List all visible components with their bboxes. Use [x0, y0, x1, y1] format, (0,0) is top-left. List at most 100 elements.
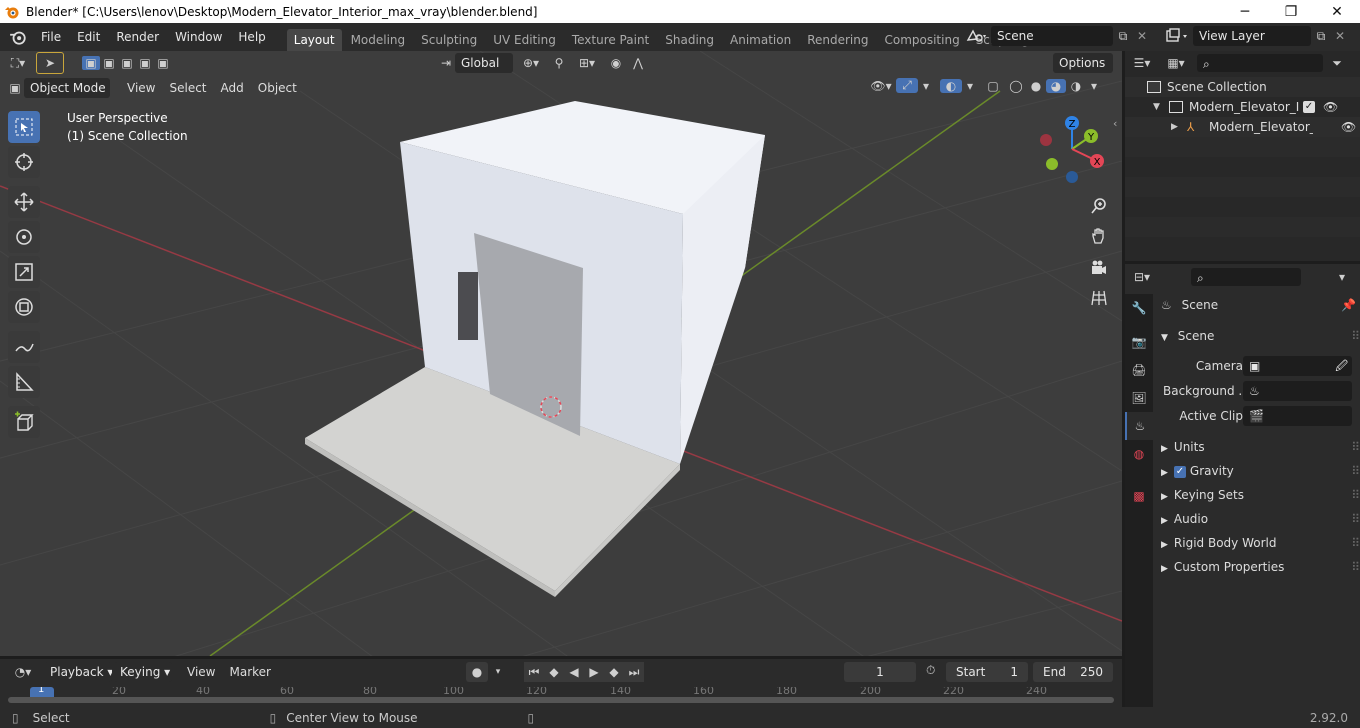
outliner-editor-type-icon[interactable]: ☰▾	[1125, 56, 1159, 70]
play-reverse-icon[interactable]: ◀	[564, 662, 584, 682]
rotate-tool[interactable]	[8, 221, 40, 253]
tab-scene[interactable]: ♨	[1125, 412, 1153, 440]
outliner-search-input[interactable]: ⌕	[1197, 54, 1323, 72]
timeline-menu-marker[interactable]: Marker	[222, 662, 277, 682]
section-gravity[interactable]: ▶ ✓ Gravity ⠿	[1161, 460, 1360, 482]
tab-modeling[interactable]: Modeling	[344, 29, 413, 51]
outliner-row-collection[interactable]: ▼ Modern_Elevator_Interior ✓ 👁	[1125, 97, 1360, 117]
tab-shading[interactable]: Shading	[658, 29, 721, 51]
tab-texture[interactable]: ▩	[1125, 482, 1153, 510]
background-scene-field[interactable]: ♨	[1243, 381, 1352, 401]
tab-tool[interactable]: 🔧	[1125, 294, 1153, 322]
select-tool-header-icon[interactable]: ➤	[36, 52, 64, 74]
tab-animation[interactable]: Animation	[723, 29, 798, 51]
drag-handle-icon[interactable]: ⠿	[1351, 325, 1360, 347]
viewport-menu-select[interactable]: Select	[162, 78, 213, 98]
gravity-checkbox[interactable]: ✓	[1173, 465, 1186, 478]
overlays-dropdown-icon[interactable]: ▾	[962, 79, 978, 93]
timeline-scrollbar[interactable]	[8, 697, 1114, 703]
move-tool[interactable]	[8, 186, 40, 218]
tab-rendering[interactable]: Rendering	[800, 29, 875, 51]
3d-viewport[interactable]: ⛶▾ ➤ ▣ ▣ ▣ ▣ ▣ ⇥ Global ⊕▾ ⚲ ⊞▾ ◉ ⋀ Opti…	[0, 51, 1122, 656]
copy-view-layer-icon[interactable]: ⧉	[1311, 29, 1331, 44]
scale-tool[interactable]	[8, 256, 40, 288]
tab-output[interactable]: 🖨	[1125, 356, 1153, 384]
proportional-falloff-icon[interactable]: ⋀	[627, 56, 649, 70]
neg-y-handle[interactable]	[1046, 158, 1058, 170]
timeline-menu-view[interactable]: View	[180, 662, 222, 682]
gizmo-toggle-icon[interactable]: ⤢	[896, 78, 918, 93]
outliner-row-scene-collection[interactable]: Scene Collection	[1125, 77, 1360, 97]
tab-render[interactable]: 📷	[1125, 328, 1153, 356]
end-frame-field[interactable]: End 250	[1033, 662, 1113, 682]
section-audio[interactable]: ▶ Audio ⠿	[1161, 508, 1360, 530]
tab-uv-editing[interactable]: UV Editing	[486, 29, 563, 51]
viewport-menu-object[interactable]: Object	[251, 78, 304, 98]
wireframe-shading-icon[interactable]: ◯	[1006, 79, 1026, 93]
outliner-display-mode-icon[interactable]: ▦▾	[1159, 56, 1193, 70]
properties-editor-type-icon[interactable]: ⊟▾	[1125, 270, 1159, 284]
start-frame-field[interactable]: Start 1	[946, 662, 1028, 682]
record-keyframe-icon[interactable]: ●	[466, 662, 488, 682]
play-icon[interactable]: ▶	[584, 662, 604, 682]
jump-keyframe-forward-icon[interactable]: ◆	[604, 662, 624, 682]
zoom-button[interactable]	[1086, 193, 1112, 219]
pan-button[interactable]	[1086, 223, 1112, 249]
overlays-toggle-icon[interactable]: ◐	[940, 78, 962, 93]
outliner-row-object[interactable]: ▶ ⅄ Modern_Elevator_Int 👁	[1125, 117, 1360, 137]
eyedropper-icon[interactable]: 🖉	[1335, 356, 1348, 376]
camera-view-button[interactable]	[1086, 255, 1112, 281]
properties-search-input[interactable]: ⌕	[1191, 268, 1301, 286]
camera-field[interactable]: ▣ 🖉	[1243, 356, 1352, 376]
tab-world[interactable]: ◍	[1125, 440, 1153, 468]
jump-start-icon[interactable]: ⏮	[524, 662, 544, 682]
copy-scene-icon[interactable]: ⧉	[1113, 29, 1133, 44]
timeline-ruler[interactable]: 20 40 60 80 100 120 140 160 180 200 220 …	[0, 687, 1122, 707]
pin-icon[interactable]: 📌	[1341, 294, 1356, 316]
material-shading-icon[interactable]: ◕	[1046, 78, 1066, 93]
gizmo-dropdown-icon[interactable]: ▾	[918, 79, 934, 93]
section-keying-sets[interactable]: ▶ Keying Sets ⠿	[1161, 484, 1360, 506]
jump-end-icon[interactable]: ⏭	[624, 662, 644, 682]
scene-panel-header[interactable]: ▼ Scene ⠿	[1161, 325, 1360, 347]
rendered-shading-icon[interactable]: ◑	[1066, 79, 1086, 93]
viewport-menu-add[interactable]: Add	[214, 78, 251, 98]
menu-edit[interactable]: Edit	[69, 23, 108, 51]
current-frame-field[interactable]: 1	[844, 662, 916, 682]
drag-handle-icon[interactable]: ⠿	[1351, 460, 1360, 482]
view-layer-field[interactable]: View Layer	[1193, 26, 1311, 46]
visibility-eye-icon[interactable]: 👁	[1341, 120, 1356, 134]
viewport-menu-view[interactable]: View	[120, 78, 162, 98]
close-button[interactable]: ✕	[1314, 0, 1360, 23]
editor-type-icon[interactable]: ⛶▾	[0, 53, 36, 73]
select-mode-intersect-icon[interactable]: ▣	[154, 56, 172, 70]
add-cube-tool[interactable]	[8, 406, 40, 438]
section-rigid-body-world[interactable]: ▶ Rigid Body World ⠿	[1161, 532, 1360, 554]
select-mode-extend-icon[interactable]: ▣	[100, 56, 118, 70]
view-layer-icon[interactable]	[1163, 26, 1191, 46]
remove-scene-icon[interactable]: ✕	[1133, 29, 1151, 43]
solid-shading-icon[interactable]: ●	[1026, 79, 1046, 93]
select-mode-subtract-icon[interactable]: ▣	[118, 56, 136, 70]
expand-arrow-icon[interactable]: ▶	[1171, 122, 1183, 132]
drag-handle-icon[interactable]: ⠿	[1351, 436, 1360, 458]
ortho-toggle-button[interactable]	[1086, 285, 1112, 311]
neg-x-handle[interactable]	[1040, 134, 1052, 146]
section-custom-properties[interactable]: ▶ Custom Properties ⠿	[1161, 556, 1360, 578]
blender-menu-icon[interactable]	[9, 28, 27, 46]
select-mode-new-icon[interactable]: ▣	[82, 56, 100, 70]
navigation-gizmo[interactable]: Z Y X	[1036, 113, 1116, 193]
menu-file[interactable]: File	[33, 23, 69, 51]
tab-sculpting[interactable]: Sculpting	[414, 29, 484, 51]
tab-texture-paint[interactable]: Texture Paint	[565, 29, 656, 51]
measure-tool[interactable]	[8, 366, 40, 398]
select-mode-difference-icon[interactable]: ▣	[136, 56, 154, 70]
menu-render[interactable]: Render	[108, 23, 167, 51]
snap-target-icon[interactable]: ⊞▾	[569, 56, 605, 70]
cursor-tool[interactable]	[8, 146, 40, 178]
shading-dropdown-icon[interactable]: ▾	[1086, 79, 1102, 93]
remove-view-layer-icon[interactable]: ✕	[1331, 29, 1349, 43]
select-box-tool[interactable]	[8, 111, 40, 143]
tab-compositing[interactable]: Compositing	[877, 29, 966, 51]
section-units[interactable]: ▶ Units ⠿	[1161, 436, 1360, 458]
